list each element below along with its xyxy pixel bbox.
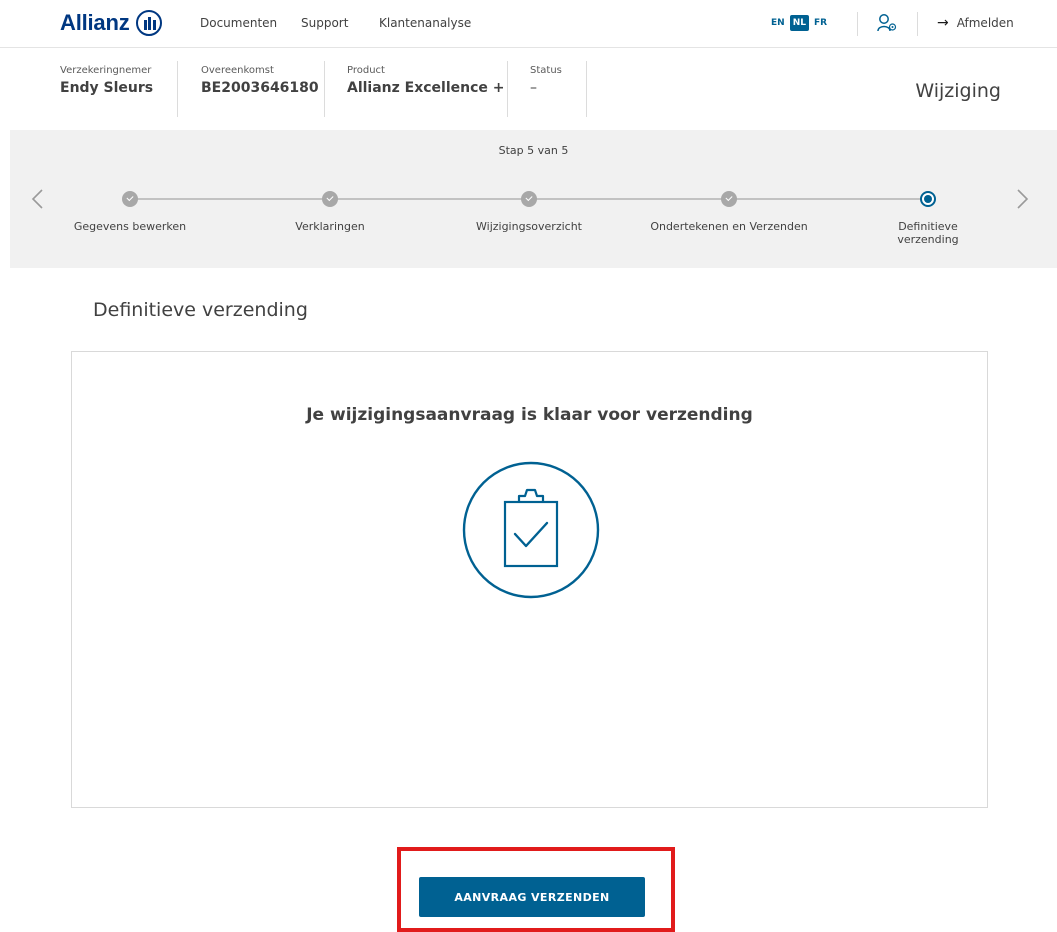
- agreement-label: Overeenkomst: [201, 65, 274, 76]
- status-label: Status: [530, 65, 562, 76]
- status-info: Status –: [530, 65, 562, 117]
- card-title: Je wijzigingsaanvraag is klaar voor verz…: [306, 405, 753, 425]
- product-info: Product Allianz Excellence +: [347, 65, 505, 117]
- language-option-fr[interactable]: FR: [811, 15, 830, 31]
- policyholder-value: Endy Sleurs: [60, 80, 154, 96]
- step-1-done-check-icon[interactable]: [122, 191, 138, 207]
- header-divider: [177, 61, 178, 117]
- policyholder-label: Verzekeringnemer: [60, 65, 152, 76]
- chevron-left-icon[interactable]: [28, 188, 50, 210]
- section-title: Definitieve verzending: [93, 299, 308, 321]
- product-value: Allianz Excellence +: [347, 80, 505, 96]
- logout-label: Afmelden: [956, 16, 1014, 30]
- product-label: Product: [347, 65, 385, 76]
- step-label-5: Definitieve verzending: [897, 220, 959, 246]
- header-divider: [586, 61, 587, 117]
- step-counter: Stap 5 van 5: [498, 144, 569, 157]
- step-label-1: Gegevens bewerken: [73, 220, 187, 233]
- agreement-info: Overeenkomst BE2003646180: [201, 65, 319, 117]
- language-option-nl[interactable]: NL: [789, 15, 809, 31]
- clipboard-check-icon: [462, 461, 600, 599]
- header-divider: [324, 61, 325, 117]
- arrow-right-icon: →: [937, 15, 949, 31]
- language-switcher: EN NL FR: [768, 15, 830, 31]
- agreement-value: BE2003646180: [201, 80, 319, 96]
- logo-text: Allianz: [60, 10, 130, 35]
- step-5-current-icon: [920, 191, 936, 207]
- top-navigation: Allianz Documenten Support Klantenanalys…: [0, 0, 1057, 48]
- user-settings-icon[interactable]: [876, 13, 898, 33]
- contract-header: Verzekeringnemer Endy Sleurs Overeenkoms…: [0, 49, 1057, 129]
- status-value: –: [530, 80, 537, 96]
- nav-link-support[interactable]: Support: [301, 16, 348, 30]
- nav-link-documents[interactable]: Documenten: [200, 16, 277, 30]
- policyholder-info: Verzekeringnemer Endy Sleurs: [60, 65, 153, 117]
- submit-request-button[interactable]: AANVRAAG VERZENDEN: [419, 877, 645, 917]
- progress-stepper: Stap 5 van 5 Gegevens bewerken Verklarin…: [10, 130, 1057, 268]
- step-4-done-check-icon[interactable]: [721, 191, 737, 207]
- confirmation-card: Je wijzigingsaanvraag is klaar voor verz…: [71, 351, 988, 808]
- allianz-logo[interactable]: Allianz: [60, 10, 162, 36]
- step-3-done-check-icon[interactable]: [521, 191, 537, 207]
- nav-divider: [857, 12, 858, 36]
- chevron-right-icon[interactable]: [1010, 188, 1032, 210]
- language-option-en[interactable]: EN: [768, 15, 788, 31]
- logout-button[interactable]: → Afmelden: [937, 15, 1014, 31]
- step-label-2: Verklaringen: [295, 220, 365, 233]
- allianz-eagle-icon: [135, 10, 162, 36]
- nav-link-customer-analysis[interactable]: Klantenanalyse: [379, 16, 471, 30]
- page-type-title: Wijziging: [915, 80, 1001, 102]
- step-label-4: Ondertekenen en Verzenden: [650, 220, 808, 233]
- header-divider: [507, 61, 508, 117]
- nav-divider: [917, 12, 918, 36]
- step-2-done-check-icon[interactable]: [322, 191, 338, 207]
- step-label-3: Wijzigingsoverzicht: [476, 220, 582, 233]
